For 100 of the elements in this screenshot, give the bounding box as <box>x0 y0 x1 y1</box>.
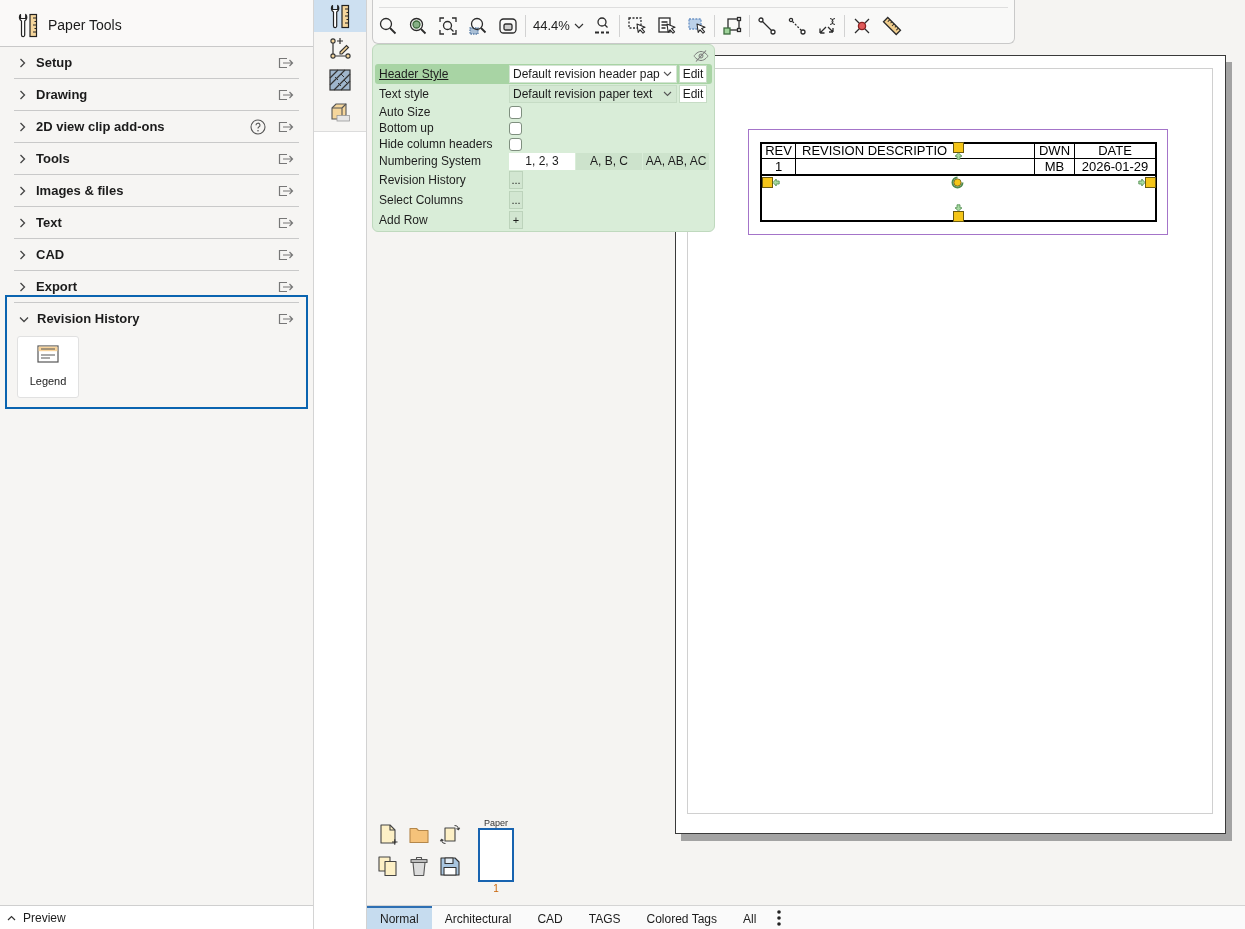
box-arrow-icon[interactable] <box>278 248 294 261</box>
dashed-rect-cursor-icon[interactable] <box>626 15 647 36</box>
segment-button[interactable]: 1, 2, 3 <box>509 152 575 170</box>
box-icon <box>330 102 350 122</box>
section-title[interactable]: Setup <box>36 52 73 73</box>
property-label[interactable]: Hide column headers <box>379 137 493 151</box>
arrows-icon[interactable] <box>816 15 837 36</box>
view-tab[interactable]: All <box>730 906 770 929</box>
resize-handle[interactable] <box>1138 177 1156 188</box>
chevron-right-icon[interactable] <box>19 153 26 164</box>
column-header: REVISION DESCRIPTIO <box>802 144 948 158</box>
save-icon[interactable] <box>438 855 461 877</box>
box-arrow-icon[interactable] <box>278 152 294 165</box>
section-title[interactable]: Text <box>36 212 62 233</box>
view-tab[interactable]: CAD <box>524 906 576 929</box>
wrench-ruler-icon <box>18 13 38 38</box>
magnifier-selection-icon[interactable] <box>468 15 488 36</box>
tool-button[interactable]: Legend <box>17 336 79 398</box>
chevron-down-icon[interactable] <box>19 315 29 323</box>
row-action-button[interactable]: + <box>509 211 523 229</box>
table-cell: 2026-01-29 <box>1081 159 1149 174</box>
section-title[interactable]: CAD <box>36 244 65 265</box>
resize-handle[interactable] <box>762 177 780 188</box>
chevron-right-icon[interactable] <box>19 281 26 292</box>
page-name: Paper <box>484 818 508 828</box>
checkbox[interactable] <box>509 105 522 119</box>
column-header: REV <box>765 144 792 158</box>
view-tab[interactable]: TAGS <box>575 906 634 929</box>
section-title[interactable]: Images & files <box>36 180 124 201</box>
box-arrow-icon[interactable] <box>278 184 294 197</box>
table-cell: MB <box>1044 159 1065 174</box>
segment-button[interactable]: A, B, C <box>576 152 642 170</box>
property-label[interactable]: Auto Size <box>379 105 431 119</box>
zoom-icon[interactable] <box>378 15 398 36</box>
eye-slash-icon[interactable] <box>693 50 709 62</box>
box-arrow-icon[interactable] <box>278 216 294 229</box>
square-corners-icon[interactable] <box>721 15 742 36</box>
checkbox[interactable] <box>509 137 522 151</box>
property-label[interactable]: Text style <box>379 87 429 101</box>
property-label[interactable]: Numbering System <box>379 154 482 168</box>
segment-button[interactable]: AA, AB, AC <box>643 152 709 170</box>
property-label[interactable]: Add Row <box>379 213 428 227</box>
tool-strip-button[interactable] <box>314 0 366 32</box>
trash-icon[interactable] <box>407 855 430 877</box>
view-tab[interactable]: Normal <box>367 906 432 929</box>
line-icon[interactable] <box>756 15 777 36</box>
help-icon[interactable] <box>250 118 266 135</box>
chevron-right-icon[interactable] <box>19 57 26 68</box>
column-header: DATE <box>1098 144 1132 158</box>
rotate-handle[interactable] <box>950 175 965 190</box>
section-title[interactable]: Tools <box>36 148 70 169</box>
preview-bar[interactable]: Preview <box>0 905 313 929</box>
legend-icon <box>37 345 59 363</box>
section-title[interactable]: 2D view clip add-ons <box>36 116 165 137</box>
magnifier-filled-icon[interactable] <box>408 15 428 36</box>
page-number: 1 <box>493 883 499 894</box>
chevron-down-icon <box>573 22 584 29</box>
view-tab[interactable]: Architectural <box>431 906 525 929</box>
table-cell: 1 <box>774 159 783 174</box>
document-cursor-icon[interactable] <box>656 15 677 36</box>
copy-icon[interactable] <box>376 855 399 877</box>
section-title[interactable]: Drawing <box>36 84 88 105</box>
chevron-right-icon[interactable] <box>19 185 26 196</box>
checkbox[interactable] <box>509 121 522 135</box>
box-arrow-icon[interactable] <box>278 120 294 133</box>
property-label[interactable]: Select Columns <box>379 193 464 207</box>
box-arrow-icon[interactable] <box>278 313 294 325</box>
page-thumbnail[interactable] <box>478 828 514 882</box>
chevron-right-icon[interactable] <box>19 89 26 100</box>
row-action-button[interactable]: ... <box>509 171 523 189</box>
column-header: DWN <box>1038 144 1070 158</box>
view-tab[interactable]: Colored Tags <box>633 906 730 929</box>
chevron-right-icon[interactable] <box>19 121 26 132</box>
dropdown[interactable]: Default revision paper text <box>509 85 677 103</box>
wrench-ruler-icon <box>330 3 350 29</box>
box-arrow-icon[interactable] <box>278 280 294 293</box>
dropdown[interactable]: Default revision header pap <box>509 65 677 83</box>
section-title[interactable]: Export <box>36 276 78 297</box>
box-arrow-icon[interactable] <box>278 56 294 69</box>
edit-button[interactable]: Edit <box>679 85 707 103</box>
resize-handle[interactable] <box>953 142 964 160</box>
chevron-down-icon <box>663 71 672 77</box>
box-arrow-icon[interactable] <box>278 88 294 101</box>
section-title[interactable]: Revision History <box>37 309 140 329</box>
resize-handle[interactable] <box>953 204 964 222</box>
page-curved-arrows-icon[interactable] <box>438 823 461 845</box>
property-label[interactable]: Revision History <box>379 173 466 187</box>
chevron-right-icon[interactable] <box>19 249 26 260</box>
more-vertical-icon[interactable] <box>777 909 782 926</box>
panel-title: Paper Tools <box>48 16 122 35</box>
chevron-right-icon[interactable] <box>19 217 26 228</box>
row-action-button[interactable]: ... <box>509 191 523 209</box>
rounded-window-icon[interactable] <box>498 15 518 36</box>
property-label[interactable]: Header Style <box>379 67 449 81</box>
edit-button[interactable]: Edit <box>679 65 707 83</box>
dashed-line-icon[interactable] <box>786 15 807 36</box>
highlight-cursor-icon[interactable] <box>686 15 707 36</box>
zoom-dropdown[interactable]: 44.4% <box>530 13 587 38</box>
magnifier-brackets-icon[interactable] <box>438 15 458 36</box>
property-label[interactable]: Bottom up <box>379 121 434 135</box>
